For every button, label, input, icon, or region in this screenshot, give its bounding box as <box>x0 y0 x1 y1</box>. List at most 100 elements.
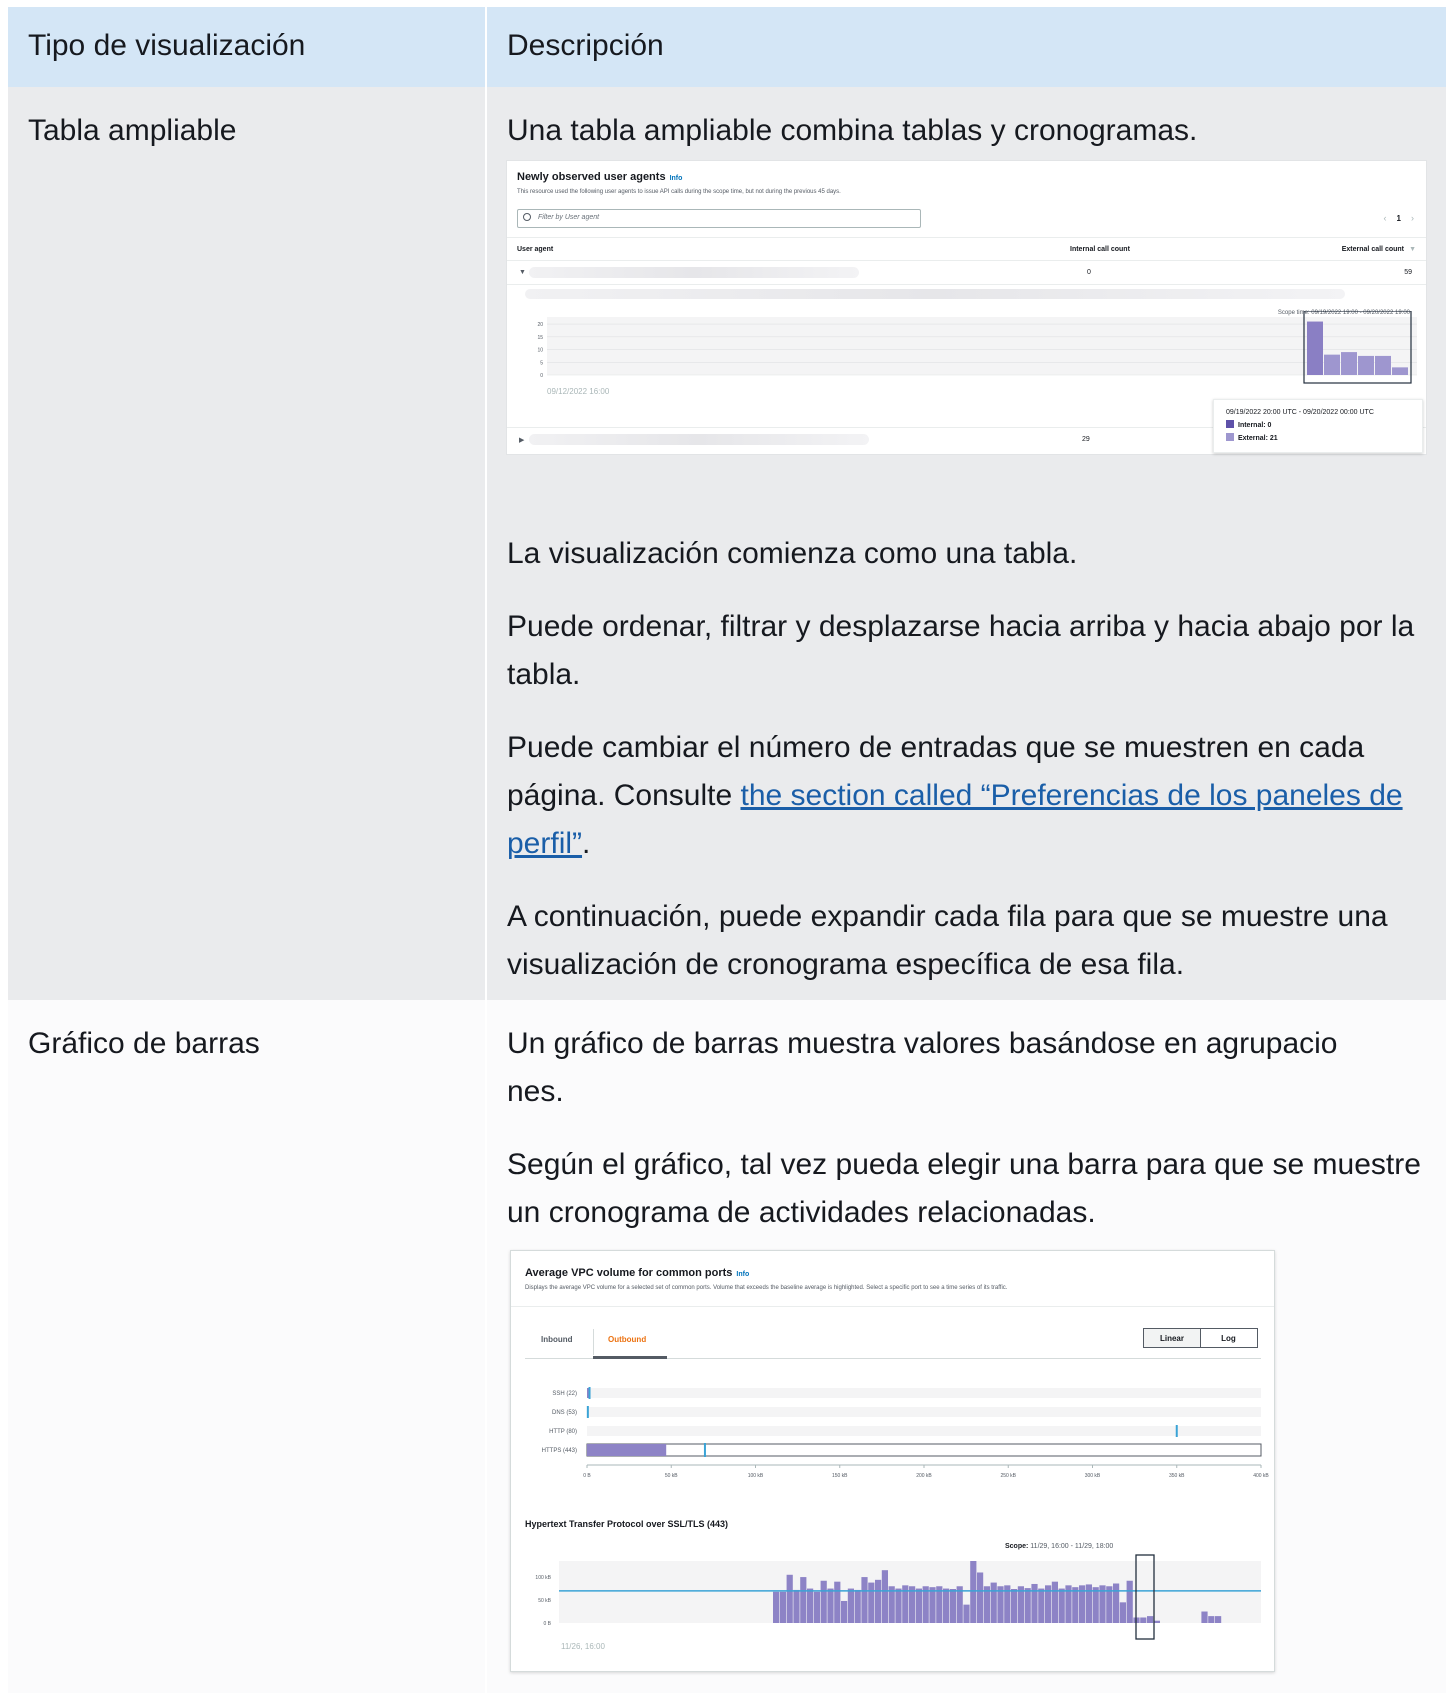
bar <box>990 1582 997 1623</box>
caret-down-icon[interactable]: ▼ <box>519 269 526 276</box>
row-type-expandable-table: Tabla ampliable <box>8 87 487 1000</box>
bar <box>1058 1588 1065 1623</box>
chart-background <box>547 317 1417 375</box>
bar <box>1140 1617 1147 1623</box>
baseline-marker <box>586 1406 589 1418</box>
track-dns[interactable] <box>587 1407 1261 1417</box>
bar <box>1011 1589 1018 1623</box>
track-https-selected[interactable] <box>586 1443 1262 1457</box>
ports-chart: 0 B 50 kB 100 kB 150 kB 200 kB 250 kB 300 kB 35… <box>583 1387 1269 1479</box>
tooltip-internal: Internal: 0 <box>1226 419 1422 432</box>
scope-label: Scope: <box>1005 1543 1029 1550</box>
caret-right-icon[interactable]: ▶ <box>519 436 524 444</box>
bar <box>1201 1611 1208 1623</box>
bar <box>983 1586 990 1623</box>
title-text: Average VPC volume for common ports <box>525 1267 733 1279</box>
y-ticks: 100 kB 50 kB 0 B <box>535 1575 551 1627</box>
sort-down-icon[interactable]: ▼ <box>1409 246 1416 253</box>
baseline-marker <box>1175 1425 1178 1437</box>
bar <box>881 1570 888 1623</box>
tooltip-internal-text: Internal: 0 <box>1238 422 1272 429</box>
column-internal-count[interactable]: Internal call count <box>1070 246 1130 253</box>
timeline-chart: 20 15 10 5 0 09/12/2022 16:00 <box>537 311 1417 396</box>
bar-tooltip: 09/19/2022 20:00 UTC - 09/20/2022 00:00 … <box>1213 399 1423 453</box>
bar <box>847 1588 854 1623</box>
internal-count: 29 <box>1082 436 1090 443</box>
info-link[interactable]: Info <box>670 175 683 182</box>
bar <box>1307 321 1323 375</box>
baseline-marker <box>703 1443 706 1457</box>
redacted-detail <box>525 289 1345 299</box>
bar <box>1153 1620 1160 1623</box>
bar <box>915 1588 922 1623</box>
row-type-bar-chart: Gráfico de barras <box>8 1000 487 1693</box>
y-tick-label: 20 <box>537 322 543 328</box>
linear-button[interactable]: Linear <box>1143 1328 1201 1348</box>
chevron-left-icon[interactable]: ‹ <box>1384 213 1387 223</box>
filter-placeholder: Filter by User agent <box>538 214 600 221</box>
bar <box>779 1591 786 1623</box>
tooltip-external: External: 21 <box>1226 432 1422 445</box>
column-headers: User agent Internal call count External … <box>507 237 1426 261</box>
x-ticks: 0 B 50 kB 100 kB 150 kB 200 kB 250 kB 300 kB 35… <box>583 1465 1269 1479</box>
bar <box>963 1604 970 1623</box>
column-external-count[interactable]: External call count <box>1342 246 1404 253</box>
x-axis-label: 09/12/2022 16:00 <box>547 387 610 396</box>
bar <box>1017 1586 1024 1623</box>
paragraph: Puede cambiar el número de entradas que … <box>507 724 1426 868</box>
chevron-right-icon[interactable]: › <box>1411 213 1414 223</box>
y-ticks: 20 15 10 5 0 <box>537 322 543 379</box>
bar <box>820 1580 827 1623</box>
x-axis-label: 11/26, 16:00 <box>561 1642 605 1651</box>
redacted-user-agent <box>529 434 869 445</box>
bar <box>1147 1616 1154 1623</box>
page-number[interactable]: 1 <box>1397 214 1401 223</box>
title-text: Newly observed user agents <box>517 171 666 183</box>
bar <box>841 1600 848 1623</box>
legend-swatch <box>1226 420 1234 428</box>
tab-divider <box>593 1329 594 1355</box>
bar <box>922 1586 929 1623</box>
bar <box>943 1588 950 1623</box>
bar <box>888 1586 895 1623</box>
paragraph: Puede ordenar, filtrar y desplazarse hac… <box>507 610 1415 691</box>
header-type: Tipo de visualización <box>8 7 487 87</box>
bar-chart-screenshot: Average VPC volume for common ports Info … <box>510 1250 1275 1672</box>
x-tick-label: 400 kB <box>1253 1473 1269 1479</box>
bar <box>1341 352 1357 375</box>
bar <box>861 1577 868 1623</box>
y-tick-label: 100 kB <box>535 1575 551 1581</box>
tab-outbound[interactable]: Outbound <box>608 1335 646 1344</box>
x-tick-label: 200 kB <box>916 1473 932 1479</box>
tab-inbound[interactable]: Inbound <box>541 1335 573 1344</box>
info-link[interactable]: Info <box>736 1271 749 1278</box>
figure-title: Average VPC volume for common ports Info <box>525 1267 749 1279</box>
bar <box>929 1587 936 1623</box>
bar <box>1208 1616 1215 1623</box>
bar <box>854 1589 861 1623</box>
paragraph: Un gráfico de barras muestra valores bas… <box>507 1027 1338 1108</box>
filter-input[interactable]: Filter by User agent <box>517 209 921 228</box>
tooltip-external-text: External: 21 <box>1238 435 1278 442</box>
legend-swatch <box>1226 433 1234 441</box>
pagination: ‹ 1 › <box>1384 213 1414 223</box>
y-tick-label: 0 B <box>543 1621 551 1627</box>
paragraph: Según el gráfico, tal vez pueda elegir u… <box>507 1148 1421 1229</box>
active-tab-indicator <box>593 1356 667 1359</box>
column-user-agent[interactable]: User agent <box>517 246 553 253</box>
paragraph: La visualización comienza como una tabla… <box>507 537 1078 570</box>
bar <box>800 1577 807 1623</box>
bar <box>1392 367 1408 375</box>
log-button[interactable]: Log <box>1200 1328 1258 1348</box>
table-row[interactable]: ▼ 0 59 <box>507 261 1426 285</box>
x-tick-label: 100 kB <box>748 1473 764 1479</box>
track-ssh[interactable] <box>587 1388 1261 1398</box>
timeseries-chart: 100 kB 50 kB 0 B 11/26, 16:00 <box>535 1554 1261 1651</box>
paragraph-text: . <box>582 827 591 860</box>
bar <box>997 1586 1004 1623</box>
y-tick-label: 15 <box>537 335 543 341</box>
track-http[interactable] <box>587 1426 1261 1436</box>
y-tick-label: 50 kB <box>538 1598 551 1604</box>
bar <box>773 1591 780 1623</box>
bar <box>949 1589 956 1623</box>
